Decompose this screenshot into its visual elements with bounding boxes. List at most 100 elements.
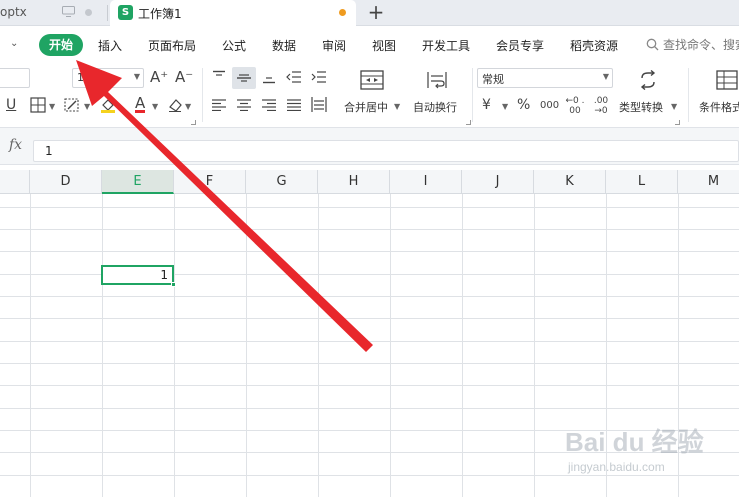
font-size-select[interactable]: 11 ▼ (72, 68, 144, 88)
ribbon-menu: ⌄ 开始 插入 页面布局 公式 数据 审阅 视图 开发工具 会员专享 稻壳资源 … (0, 26, 739, 64)
column-header-f[interactable]: F (174, 170, 246, 194)
cell-style-icon[interactable] (64, 97, 80, 113)
toolbar-separator (472, 68, 473, 122)
column-header-i[interactable]: I (390, 170, 462, 194)
align-middle-icon (237, 74, 251, 82)
column-header-l[interactable]: L (606, 170, 678, 194)
menu-formulas[interactable]: 公式 (222, 37, 246, 54)
chevron-down-icon[interactable]: ▼ (394, 102, 400, 111)
merge-center-label[interactable]: 合并居中 (344, 99, 388, 115)
chevron-down-icon[interactable]: ▼ (152, 102, 158, 111)
selected-cell-e[interactable]: 1 (101, 265, 174, 285)
decimal-decrease-icon[interactable]: .00 →0 (591, 96, 611, 116)
align-right-icon[interactable] (262, 99, 276, 111)
column-header-h[interactable]: H (318, 170, 390, 194)
conditional-format-label[interactable]: 条件格式 (699, 99, 739, 115)
align-center-icon[interactable] (237, 99, 251, 111)
watermark-logo: Bai du 经验 (565, 427, 704, 457)
chevron-down-icon[interactable]: ▼ (84, 102, 90, 111)
tab-workbook1[interactable]: S 工作簿1 (110, 0, 356, 26)
toolbar-separator (688, 68, 689, 122)
home-toolbar: 11 ▼ A⁺ A⁻ U ▼ ▼ A ▼ ▼ 合并居中 ▼ 自动换行 常规 ▼ … (0, 64, 739, 128)
convert-type-icon[interactable] (638, 70, 658, 90)
justify-icon[interactable] (287, 99, 301, 111)
chevron-down-icon: ▼ (133, 72, 140, 81)
column-header-d[interactable]: D (30, 170, 102, 194)
font-name-select[interactable] (0, 68, 30, 88)
chevron-down-icon: ▼ (602, 72, 609, 81)
number-format-value: 常规 (482, 73, 504, 86)
menu-home[interactable]: 开始 (39, 34, 83, 56)
column-header-j[interactable]: J (462, 170, 534, 194)
formula-input[interactable]: 1 (33, 140, 739, 162)
dialog-launcher-icon[interactable] (466, 120, 471, 125)
chevron-down-icon[interactable]: ▼ (185, 102, 191, 111)
chevron-down-icon[interactable]: ⌄ (10, 38, 18, 49)
align-left-icon[interactable] (212, 99, 226, 111)
tab-document-pptx[interactable]: optx (0, 0, 107, 26)
menu-view[interactable]: 视图 (372, 37, 396, 54)
command-search[interactable]: 查找命令、搜索 (646, 36, 739, 53)
fill-color-icon[interactable] (99, 96, 117, 114)
menu-developer[interactable]: 开发工具 (422, 37, 470, 54)
menu-docer[interactable]: 稻壳资源 (570, 37, 618, 54)
column-header-c[interactable] (0, 170, 30, 194)
toolbar-separator (202, 68, 203, 122)
menu-review[interactable]: 审阅 (322, 37, 346, 54)
column-header-row: D E F G H I J K L M (0, 170, 739, 194)
search-icon (646, 38, 659, 51)
formula-value: 1 (45, 144, 53, 158)
wrap-text-label[interactable]: 自动换行 (413, 99, 457, 115)
menu-page-layout[interactable]: 页面布局 (148, 37, 196, 54)
menu-member[interactable]: 会员专享 (496, 37, 544, 54)
column-header-k[interactable]: K (534, 170, 606, 194)
dialog-launcher-icon[interactable] (191, 120, 196, 125)
column-header-m[interactable]: M (678, 170, 739, 194)
tab-status-dot (85, 9, 92, 16)
cell-value: 1 (160, 268, 168, 282)
font-color-icon[interactable]: A (135, 96, 146, 113)
convert-type-label[interactable]: 类型转换 (619, 99, 663, 115)
chevron-down-icon[interactable]: ▼ (671, 102, 677, 111)
clear-icon[interactable] (167, 97, 183, 113)
font-shrink-icon[interactable]: A⁻ (175, 69, 193, 85)
sheet-file-icon: S (118, 5, 133, 20)
watermark-url: jingyan.baidu.com (568, 460, 665, 474)
tab-label: optx (0, 5, 27, 19)
align-top-icon[interactable] (212, 70, 226, 82)
dialog-launcher-icon[interactable] (675, 120, 680, 125)
tab-label: 工作簿1 (138, 7, 182, 21)
number-format-select[interactable]: 常规 ▼ (477, 68, 613, 88)
font-size-value: 11 (77, 71, 91, 84)
decimal-increase-icon[interactable]: ←0 .00 (565, 96, 585, 116)
indent-increase-icon[interactable] (311, 71, 327, 84)
underline-icon[interactable]: U (6, 97, 16, 113)
chevron-down-icon[interactable]: ▼ (502, 102, 508, 111)
font-grow-icon[interactable]: A⁺ (150, 69, 168, 85)
watermark: Bai du 经验 jingyan.baidu.com (565, 422, 735, 492)
currency-icon[interactable]: ¥ (482, 97, 491, 113)
borders-icon[interactable] (30, 97, 46, 113)
distributed-align-icon[interactable] (311, 97, 327, 112)
tab-separator (107, 5, 108, 21)
fill-handle[interactable] (171, 282, 176, 287)
merge-center-icon[interactable] (360, 70, 384, 90)
wrap-text-icon[interactable] (426, 70, 448, 90)
align-bottom-icon[interactable] (262, 72, 276, 84)
menu-insert[interactable]: 插入 (98, 37, 122, 54)
conditional-format-icon[interactable] (716, 70, 738, 90)
chevron-down-icon[interactable]: ▼ (49, 102, 55, 111)
fx-icon[interactable]: fx (9, 137, 22, 153)
indent-decrease-icon[interactable] (286, 71, 302, 84)
percent-icon[interactable]: % (517, 97, 530, 113)
column-header-g[interactable]: G (246, 170, 318, 194)
thousands-separator-icon[interactable]: 000 (540, 98, 559, 114)
align-middle-button[interactable] (232, 67, 256, 89)
menu-data[interactable]: 数据 (272, 37, 296, 54)
column-header-e[interactable]: E (102, 170, 174, 194)
search-placeholder: 查找命令、搜索 (663, 38, 739, 52)
tab-strip: optx S 工作簿1 + (0, 0, 739, 26)
monitor-icon (62, 6, 75, 17)
new-tab-button[interactable]: + (364, 1, 388, 25)
unsaved-dot (339, 9, 346, 16)
